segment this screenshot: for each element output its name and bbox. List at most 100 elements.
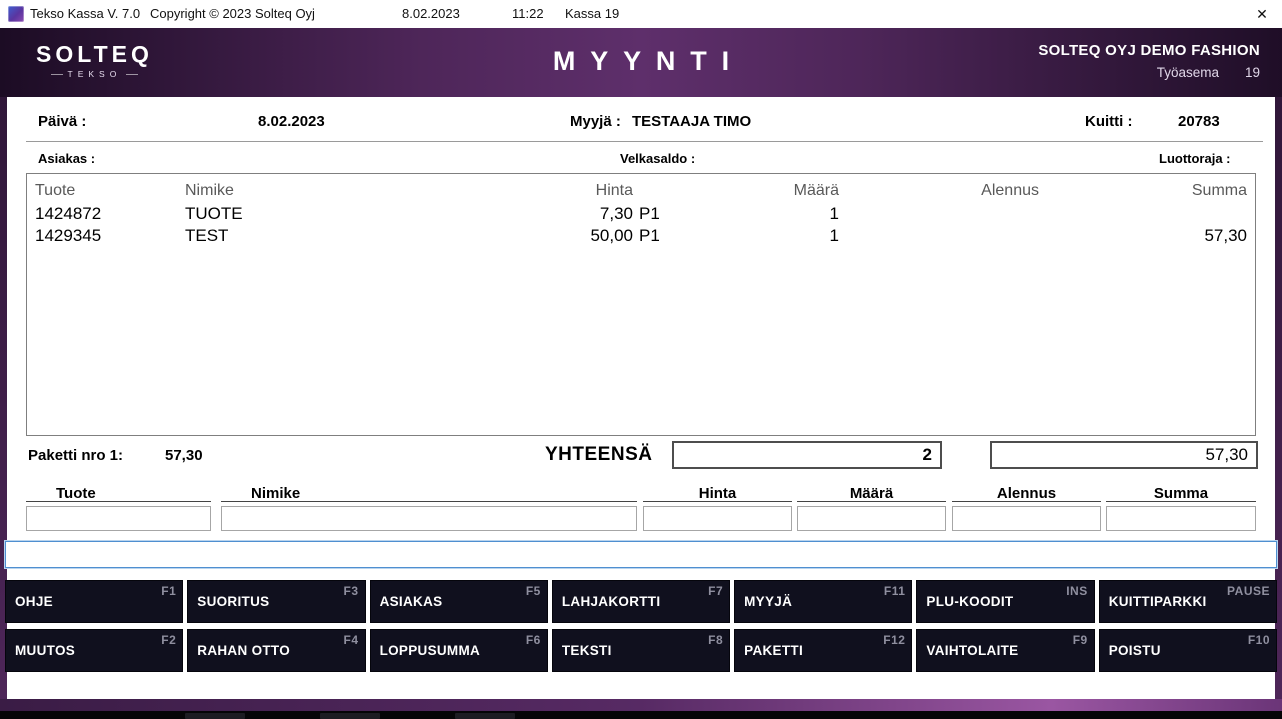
sales-table: Tuote Nimike Hinta Määrä Alennus Summa 1… bbox=[26, 173, 1256, 436]
suoritus-button[interactable]: SUORITUS F3 bbox=[187, 580, 365, 623]
app-title: Tekso Kassa V. 7.0 bbox=[30, 6, 140, 21]
header: SOLTEQ TEKSO MYYNTI SOLTEQ OYJ DEMO FASH… bbox=[0, 28, 1282, 97]
cell-hinta: 50,00 bbox=[515, 225, 633, 247]
cell-maara: 1 bbox=[679, 203, 839, 225]
col-header-summa: Summa bbox=[1039, 179, 1247, 203]
total-sum-box: 57,30 bbox=[990, 441, 1258, 469]
col-header-nimike: Nimike bbox=[185, 179, 515, 203]
ohje-button[interactable]: OHJE F1 bbox=[5, 580, 183, 623]
col-header-spacer bbox=[633, 179, 679, 203]
copyright-text: Copyright © 2023 Solteq Oyj bbox=[150, 6, 315, 21]
seller-value: TESTAAJA TIMO bbox=[632, 113, 751, 130]
col-header-maara: Määrä bbox=[679, 179, 839, 203]
total-quantity-box: 2 bbox=[672, 441, 942, 469]
teksti-button[interactable]: TEKSTI F8 bbox=[552, 629, 730, 672]
button-key: F12 bbox=[883, 633, 905, 647]
titlebar: Tekso Kassa V. 7.0 Copyright © 2023 Solt… bbox=[0, 0, 1282, 28]
cell-hinta-code: P1 bbox=[633, 203, 679, 225]
separator-line bbox=[26, 141, 1263, 142]
loppusumma-button[interactable]: LOPPUSUMMA F6 bbox=[370, 629, 548, 672]
packet-value: 57,30 bbox=[165, 447, 203, 464]
paketti-button[interactable]: PAKETTI F12 bbox=[734, 629, 912, 672]
col-header-tuote: Tuote bbox=[35, 179, 185, 203]
button-key: F3 bbox=[344, 584, 359, 598]
summa-input[interactable] bbox=[1106, 506, 1256, 531]
button-key: F10 bbox=[1248, 633, 1270, 647]
button-label: RAHAN OTTO bbox=[197, 643, 290, 658]
entry-column-nimike: Nimike bbox=[221, 485, 637, 531]
logo-subtext: TEKSO bbox=[36, 69, 153, 79]
date-label: Päivä : bbox=[38, 113, 86, 130]
workstation: Työasema19 bbox=[1038, 65, 1260, 80]
button-key: F2 bbox=[161, 633, 176, 647]
button-label: LAHJAKORTTI bbox=[562, 594, 661, 609]
main-content: Päivä : 8.02.2023 Myyjä : TESTAAJA TIMO … bbox=[7, 97, 1275, 699]
button-label: VAIHTOLAITE bbox=[926, 643, 1018, 658]
kuittiparkki-button[interactable]: KUITTIPARKKI PAUSE bbox=[1099, 580, 1277, 623]
logo-sub-label: TEKSO bbox=[68, 69, 122, 79]
entry-column-alennus: Alennus bbox=[952, 485, 1101, 531]
entry-label-hinta: Hinta bbox=[643, 485, 792, 502]
button-label: SUORITUS bbox=[197, 594, 269, 609]
command-input[interactable] bbox=[5, 541, 1277, 568]
cell-alennus bbox=[839, 203, 1039, 225]
button-key: PAUSE bbox=[1227, 584, 1270, 598]
muutos-button[interactable]: MUUTOS F2 bbox=[5, 629, 183, 672]
table-row[interactable]: 1424872 TUOTE 7,30 P1 1 bbox=[27, 203, 1255, 225]
close-icon[interactable]: ✕ bbox=[1250, 2, 1274, 26]
button-key: F7 bbox=[708, 584, 723, 598]
button-label: OHJE bbox=[15, 594, 53, 609]
button-key: F1 bbox=[161, 584, 176, 598]
hinta-input[interactable] bbox=[643, 506, 792, 531]
button-label: KUITTIPARKKI bbox=[1109, 594, 1207, 609]
page-title: MYYNTI bbox=[538, 46, 744, 77]
cell-nimike: TUOTE bbox=[185, 203, 515, 225]
rahan-otto-button[interactable]: RAHAN OTTO F4 bbox=[187, 629, 365, 672]
receipt-label: Kuitti : bbox=[1085, 113, 1132, 130]
myyja-button[interactable]: MYYJÄ F11 bbox=[734, 580, 912, 623]
vaihtolaite-button[interactable]: VAIHTOLAITE F9 bbox=[916, 629, 1094, 672]
function-buttons: OHJE F1 SUORITUS F3 ASIAKAS F5 LAHJAKORT… bbox=[5, 580, 1277, 672]
cell-hinta-code: P1 bbox=[633, 225, 679, 247]
button-label: LOPPUSUMMA bbox=[380, 643, 481, 658]
packet-label: Paketti nro 1: bbox=[28, 447, 123, 464]
entry-column-hinta: Hinta bbox=[643, 485, 792, 531]
tuote-input[interactable] bbox=[26, 506, 211, 531]
entry-label-nimike: Nimike bbox=[221, 485, 637, 502]
asiakas-button[interactable]: ASIAKAS F5 bbox=[370, 580, 548, 623]
button-key: F11 bbox=[884, 584, 906, 598]
nimike-input[interactable] bbox=[221, 506, 637, 531]
button-label: PLU-KOODIT bbox=[926, 594, 1013, 609]
button-label: TEKSTI bbox=[562, 643, 612, 658]
workstation-value: 19 bbox=[1245, 65, 1260, 80]
cell-hinta: 7,30 bbox=[515, 203, 633, 225]
entry-label-maara: Määrä bbox=[797, 485, 946, 502]
cell-nimike: TEST bbox=[185, 225, 515, 247]
seller-label: Myyjä : bbox=[570, 113, 621, 130]
cell-summa bbox=[1039, 203, 1247, 225]
button-key: F4 bbox=[344, 633, 359, 647]
window-bottom-frame bbox=[0, 699, 1282, 711]
taskbar-item bbox=[185, 713, 245, 719]
lahjakortti-button[interactable]: LAHJAKORTTI F7 bbox=[552, 580, 730, 623]
credit-label: Luottoraja : bbox=[1159, 151, 1231, 166]
cell-alennus bbox=[839, 225, 1039, 247]
titlebar-date: 8.02.2023 bbox=[402, 6, 460, 21]
debt-label: Velkasaldo : bbox=[620, 151, 695, 166]
app-icon bbox=[8, 6, 24, 22]
col-header-hinta: Hinta bbox=[515, 179, 633, 203]
entry-column-summa: Summa bbox=[1106, 485, 1256, 531]
table-row[interactable]: 1429345 TEST 50,00 P1 1 57,30 bbox=[27, 225, 1255, 247]
maara-input[interactable] bbox=[797, 506, 946, 531]
alennus-input[interactable] bbox=[952, 506, 1101, 531]
entry-column-maara: Määrä bbox=[797, 485, 946, 531]
logo-dash-left bbox=[51, 74, 63, 75]
tekso-kassa-window: Tekso Kassa V. 7.0 Copyright © 2023 Solt… bbox=[0, 0, 1282, 719]
poistu-button[interactable]: POISTU F10 bbox=[1099, 629, 1277, 672]
plu-koodit-button[interactable]: PLU-KOODIT INS bbox=[916, 580, 1094, 623]
customer-label: Asiakas : bbox=[38, 151, 95, 166]
button-key: F6 bbox=[526, 633, 541, 647]
taskbar-item bbox=[455, 713, 515, 719]
col-header-alennus: Alennus bbox=[839, 179, 1039, 203]
table-header-row: Tuote Nimike Hinta Määrä Alennus Summa bbox=[27, 174, 1255, 203]
